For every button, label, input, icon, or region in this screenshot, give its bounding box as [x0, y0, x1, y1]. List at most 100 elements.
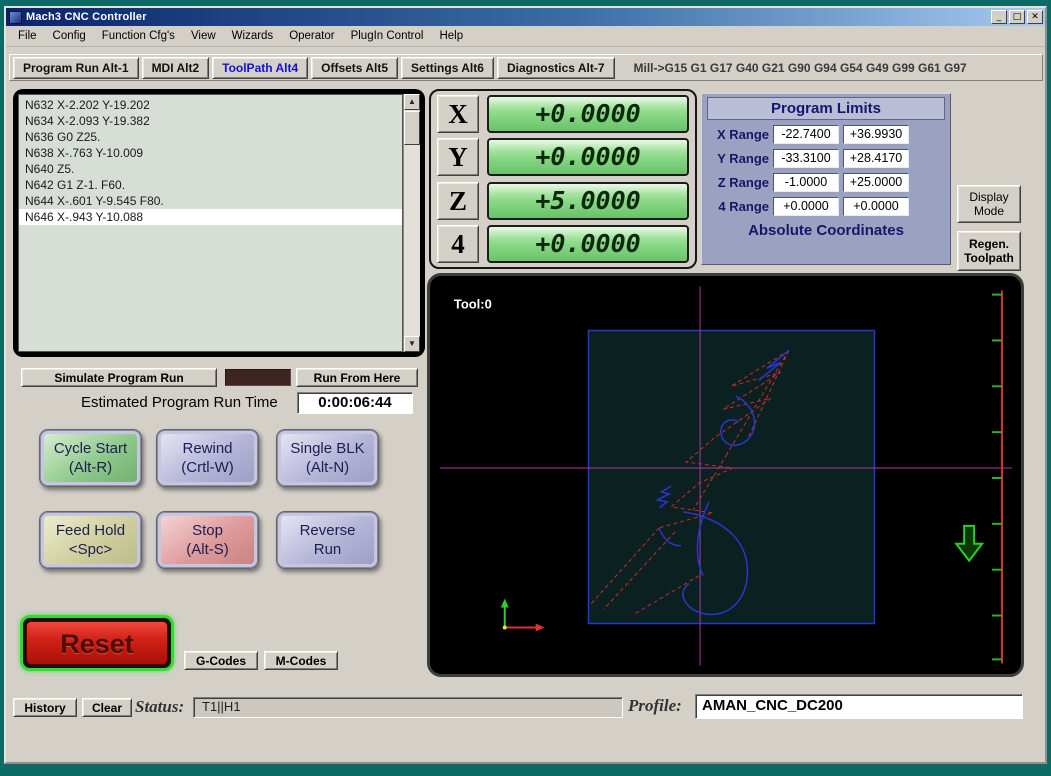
- maximize-button[interactable]: □: [1009, 10, 1025, 24]
- rewind-label-2: (Crtl-W): [181, 459, 234, 476]
- feed-hold-label-1: Feed Hold: [55, 522, 126, 539]
- active-gcode-modes: Mill->G15 G1 G17 G40 G21 G90 G94 G54 G49…: [633, 60, 967, 75]
- cycle-start-button[interactable]: Cycle Start (Alt-R): [39, 429, 142, 487]
- profile-value: AMAN_CNC_DC200: [695, 694, 1023, 719]
- estimated-time-label: Estimated Program Run Time: [81, 394, 278, 411]
- menu-item-wizards[interactable]: Wizards: [224, 28, 282, 44]
- maximize-icon: □: [1012, 11, 1022, 22]
- dro-4-value[interactable]: +0.0000: [487, 224, 689, 263]
- toolpath-plot: Tool:0: [432, 278, 1019, 672]
- axis-x-button[interactable]: X: [437, 95, 479, 133]
- minimize-icon: _: [996, 11, 1002, 22]
- tab-diagnostics[interactable]: Diagnostics Alt-7: [496, 56, 615, 79]
- feed-hold-button[interactable]: Feed Hold <Spc>: [39, 511, 142, 569]
- clear-button[interactable]: Clear: [82, 698, 132, 717]
- toolpath-display[interactable]: Tool:0: [427, 273, 1024, 677]
- reset-ring: Reset: [20, 615, 174, 671]
- axis-y-button[interactable]: Y: [437, 138, 479, 177]
- menu-item-file[interactable]: File: [10, 28, 45, 44]
- regen-label-1: Regen.: [968, 237, 1009, 251]
- status-value: T1||H1: [193, 697, 623, 718]
- dro-z-value[interactable]: +5.0000: [487, 181, 689, 220]
- limits-row-x: X Range -22.7400 +36.9930: [707, 125, 945, 144]
- dro-y-value[interactable]: +0.0000: [487, 138, 689, 177]
- client-area: Program Run Alt-1 MDI Alt2 ToolPath Alt4…: [6, 47, 1045, 762]
- menu-item-plugin-control[interactable]: PlugIn Control: [343, 28, 432, 44]
- desktop: Mach3 CNC Controller _ □ ✕ File Config F…: [0, 0, 1051, 776]
- simulate-program-run-button[interactable]: Simulate Program Run: [21, 368, 217, 387]
- dro-panel: X +0.0000 Y +0.0000 Z +5.0000 4 +0.0000: [429, 89, 697, 269]
- run-from-here-button[interactable]: Run From Here: [296, 368, 418, 387]
- limits-row-4: 4 Range +0.0000 +0.0000: [707, 197, 945, 216]
- gcode-list[interactable]: N632 X-2.202 Y-19.202 N634 X-2.093 Y-19.…: [18, 94, 403, 352]
- tab-mdi[interactable]: MDI Alt2: [141, 56, 210, 79]
- menu-item-function-cfgs[interactable]: Function Cfg's: [94, 28, 183, 44]
- gcode-line: N644 X-.601 Y-9.545 F80.: [25, 194, 164, 208]
- x-range-max: +36.9930: [843, 125, 909, 144]
- history-button[interactable]: History: [13, 698, 77, 717]
- z-range-label: Z Range: [717, 175, 769, 190]
- gcode-line: N640 Z5.: [25, 162, 75, 176]
- dro-row-y: Y +0.0000: [437, 138, 689, 177]
- tab-offsets[interactable]: Offsets Alt5: [311, 56, 399, 79]
- stop-label-1: Stop: [192, 522, 223, 539]
- display-mode-button[interactable]: Display Mode: [957, 185, 1021, 223]
- x-range-min: -22.7400: [773, 125, 839, 144]
- dro-x-value[interactable]: +0.0000: [487, 95, 689, 133]
- scroll-up-icon[interactable]: ▲: [404, 94, 420, 110]
- blank-display: [225, 369, 291, 386]
- menu-item-config[interactable]: Config: [45, 28, 94, 44]
- close-button[interactable]: ✕: [1027, 10, 1043, 24]
- reset-button[interactable]: Reset: [26, 621, 168, 665]
- single-blk-label-1: Single BLK: [290, 440, 365, 457]
- titlebar[interactable]: Mach3 CNC Controller _ □ ✕: [6, 8, 1045, 26]
- menu-item-operator[interactable]: Operator: [281, 28, 342, 44]
- regen-toolpath-button[interactable]: Regen. Toolpath: [957, 231, 1021, 271]
- gcodes-button[interactable]: G-Codes: [184, 651, 258, 670]
- 4-range-max: +0.0000: [843, 197, 909, 216]
- gcode-line: N632 X-2.202 Y-19.202: [25, 98, 150, 112]
- mach3-window: Mach3 CNC Controller _ □ ✕ File Config F…: [4, 6, 1047, 764]
- estimated-time-value: 0:00:06:44: [297, 392, 413, 414]
- coordinate-mode-label: Absolute Coordinates: [748, 222, 904, 239]
- program-limits-panel: Program Limits X Range -22.7400 +36.9930…: [701, 93, 951, 265]
- tab-settings[interactable]: Settings Alt6: [401, 56, 494, 79]
- reverse-run-label-1: Reverse: [299, 522, 356, 539]
- single-blk-button[interactable]: Single BLK (Alt-N): [276, 429, 379, 487]
- window-title: Mach3 CNC Controller: [26, 11, 147, 23]
- rewind-label-1: Rewind: [182, 440, 233, 457]
- regen-label-2: Toolpath: [964, 251, 1014, 265]
- axis-z-button[interactable]: Z: [437, 181, 479, 220]
- tab-program-run[interactable]: Program Run Alt-1: [13, 56, 139, 79]
- gcode-scrollbar[interactable]: ▲ ▼: [403, 94, 420, 352]
- tool-number-label: Tool:0: [454, 297, 492, 312]
- menu-item-view[interactable]: View: [183, 28, 224, 44]
- program-limits-title: Program Limits: [707, 97, 945, 120]
- x-range-label: X Range: [716, 127, 769, 142]
- cycle-start-label-2: (Alt-R): [68, 459, 113, 476]
- gcode-line: N634 X-2.093 Y-19.382: [25, 114, 150, 128]
- dro-row-4: 4 +0.0000: [437, 224, 689, 263]
- screen-tab-bar: Program Run Alt-1 MDI Alt2 ToolPath Alt4…: [9, 54, 1043, 81]
- limits-row-y: Y Range -33.3100 +28.4170: [707, 149, 945, 168]
- y-range-label: Y Range: [717, 151, 769, 166]
- scroll-down-icon[interactable]: ▼: [404, 336, 420, 352]
- mcodes-button[interactable]: M-Codes: [264, 651, 338, 670]
- reverse-run-button[interactable]: Reverse Run: [276, 511, 379, 569]
- scrollbar-track[interactable]: [404, 145, 420, 336]
- gcode-line-current: N646 X-.943 Y-10.088: [19, 209, 402, 225]
- profile-label: Profile:: [628, 696, 682, 715]
- axis-4-button[interactable]: 4: [437, 224, 479, 263]
- tab-toolpath[interactable]: ToolPath Alt4: [212, 56, 309, 79]
- rewind-button[interactable]: Rewind (Crtl-W): [156, 429, 259, 487]
- stop-button[interactable]: Stop (Alt-S): [156, 511, 259, 569]
- limits-row-z: Z Range -1.0000 +25.0000: [707, 173, 945, 192]
- stop-label-2: (Alt-S): [186, 541, 229, 558]
- display-mode-label-2: Mode: [973, 204, 1005, 218]
- minimize-button[interactable]: _: [991, 10, 1007, 24]
- dro-row-z: Z +5.0000: [437, 181, 689, 220]
- scrollbar-thumb[interactable]: [404, 111, 420, 145]
- menu-item-help[interactable]: Help: [431, 28, 471, 44]
- 4-range-min: +0.0000: [773, 197, 839, 216]
- 4-range-label: 4 Range: [718, 199, 769, 214]
